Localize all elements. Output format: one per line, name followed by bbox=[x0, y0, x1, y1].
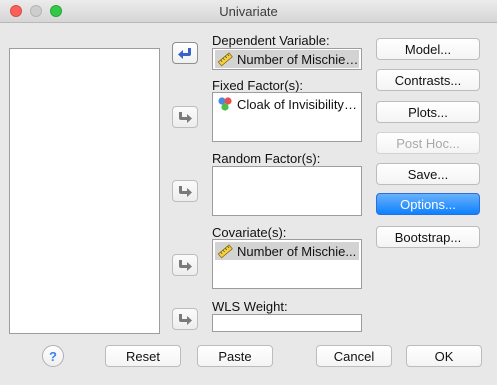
covariates-label: Covariate(s): bbox=[212, 225, 287, 240]
move-dependent-arrow-button[interactable] bbox=[172, 42, 198, 64]
move-random-arrow-button[interactable] bbox=[172, 180, 198, 202]
random-factors-list[interactable] bbox=[212, 166, 362, 216]
bootstrap-button[interactable]: Bootstrap... bbox=[376, 226, 480, 248]
dependent-variable-text: Number of Mischiev... bbox=[237, 51, 359, 67]
arrow-left-icon bbox=[178, 48, 191, 59]
arrow-right-icon bbox=[179, 112, 192, 123]
wls-weight-field[interactable] bbox=[212, 314, 362, 332]
source-variable-list[interactable] bbox=[9, 48, 160, 334]
plots-button[interactable]: Plots... bbox=[376, 101, 480, 123]
paste-button[interactable]: Paste bbox=[197, 345, 273, 367]
window-title: Univariate bbox=[219, 4, 278, 19]
fixed-factors-label: Fixed Factor(s): bbox=[212, 78, 304, 93]
ok-button[interactable]: OK bbox=[406, 345, 482, 367]
dependent-variable-label: Dependent Variable: bbox=[212, 33, 330, 48]
random-factors-label: Random Factor(s): bbox=[212, 151, 321, 166]
arrow-right-icon bbox=[179, 314, 192, 325]
nominal-circles-icon bbox=[218, 97, 232, 111]
move-covariate-arrow-button[interactable] bbox=[172, 254, 198, 276]
title-bar: Univariate bbox=[0, 0, 497, 23]
covariate-item[interactable]: Number of Mischie... bbox=[215, 242, 359, 260]
arrow-right-icon bbox=[179, 186, 192, 197]
reset-button[interactable]: Reset bbox=[105, 345, 181, 367]
dependent-variable-field[interactable]: Number of Mischiev... bbox=[212, 48, 362, 70]
model-button[interactable]: Model... bbox=[376, 38, 480, 60]
ruler-scale-icon bbox=[217, 244, 233, 259]
fixed-factors-list[interactable]: Cloak of Invisibility ... bbox=[212, 92, 362, 142]
post-hoc-button[interactable]: Post Hoc... bbox=[376, 132, 480, 154]
arrow-right-icon bbox=[179, 260, 192, 271]
fixed-factor-item[interactable]: Cloak of Invisibility ... bbox=[217, 95, 357, 113]
contrasts-button[interactable]: Contrasts... bbox=[376, 69, 480, 91]
dependent-variable-item[interactable]: Number of Mischiev... bbox=[215, 50, 359, 68]
covariates-list[interactable]: Number of Mischie... bbox=[212, 239, 362, 289]
save-button[interactable]: Save... bbox=[376, 163, 480, 185]
ruler-scale-icon bbox=[217, 52, 233, 67]
move-wls-arrow-button[interactable] bbox=[172, 308, 198, 330]
options-button[interactable]: Options... bbox=[376, 193, 480, 215]
fixed-factor-text: Cloak of Invisibility ... bbox=[237, 96, 357, 112]
covariate-text: Number of Mischie... bbox=[237, 243, 357, 259]
move-fixed-arrow-button[interactable] bbox=[172, 106, 198, 128]
cancel-button[interactable]: Cancel bbox=[316, 345, 392, 367]
wls-weight-label: WLS Weight: bbox=[212, 299, 288, 314]
help-button[interactable]: ? bbox=[42, 345, 64, 367]
